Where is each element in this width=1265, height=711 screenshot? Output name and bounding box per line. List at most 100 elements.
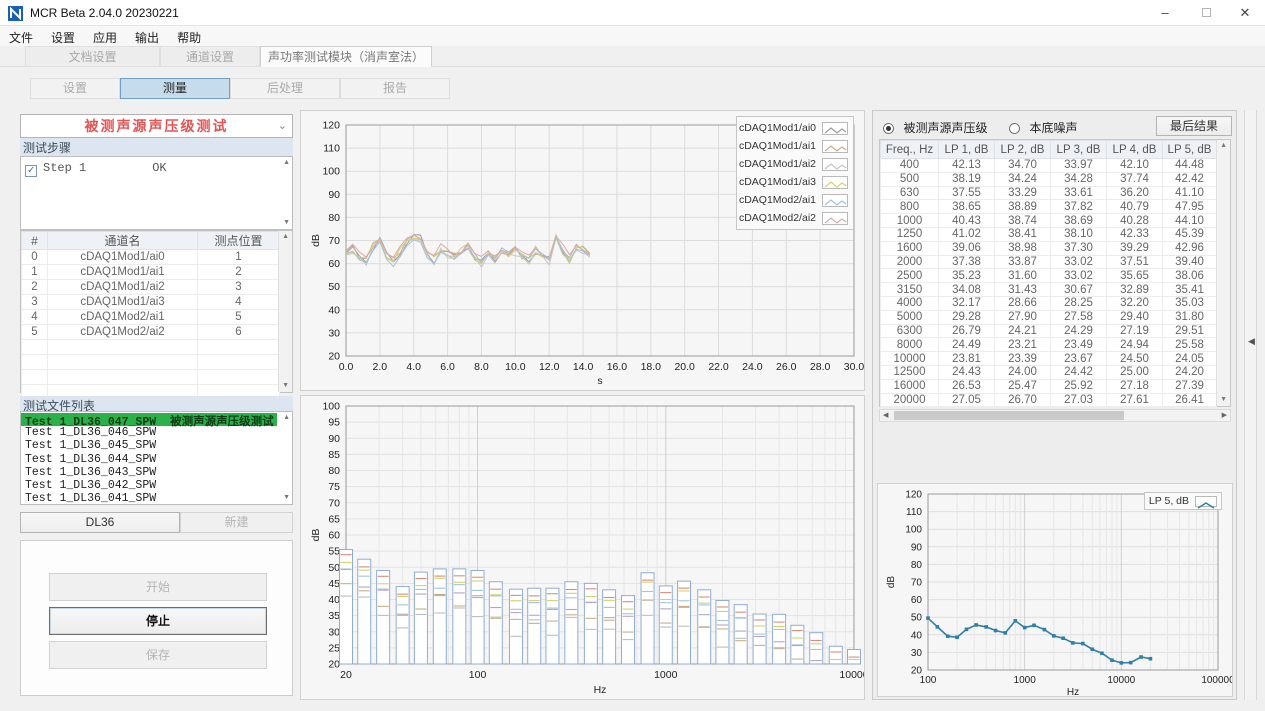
result-row[interactable]: 160039.0638.9837.3039.2942.96 xyxy=(881,241,1217,255)
svg-text:2.0: 2.0 xyxy=(373,361,388,373)
file-list-item[interactable]: Test 1_DL36_045_SPW xyxy=(21,439,277,452)
stop-button[interactable]: 停止 xyxy=(49,607,267,635)
legend-entry[interactable]: LP 5, dB xyxy=(1149,494,1217,508)
file-list-item[interactable]: Test 1_DL36_043_SPW xyxy=(21,466,277,479)
result-row[interactable]: 80038.6538.8937.8240.7947.95 xyxy=(881,200,1217,214)
scroll-up-icon[interactable]: ▲ xyxy=(283,414,290,422)
results-hscrollbar[interactable]: ◀ ▶ xyxy=(879,409,1231,422)
svg-text:26.0: 26.0 xyxy=(776,361,797,373)
channel-row[interactable]: 2cDAQ1Mod1/ai23 xyxy=(22,280,280,295)
result-row[interactable]: 400032.1728.6628.2532.2035.03 xyxy=(881,296,1217,310)
svg-text:10.0: 10.0 xyxy=(505,361,526,373)
app-icon xyxy=(8,6,23,21)
svg-text:110: 110 xyxy=(323,143,340,155)
maximize-button[interactable] xyxy=(1186,0,1226,26)
channel-row[interactable]: 4cDAQ1Mod2/ai15 xyxy=(22,310,280,325)
final-result-button[interactable]: 最后结果 xyxy=(1156,116,1232,136)
menu-item-4[interactable]: 帮助 xyxy=(168,26,210,46)
subtab-1[interactable]: 测量 xyxy=(120,78,230,99)
legend-line-sample xyxy=(822,122,848,135)
hscroll-thumb[interactable] xyxy=(894,411,1124,420)
result-row[interactable]: 630026.7924.2124.2927.1929.51 xyxy=(881,324,1217,338)
subtab-3[interactable]: 报告 xyxy=(340,78,450,99)
svg-text:30.0: 30.0 xyxy=(844,361,864,373)
collapse-left-icon: ◀ xyxy=(1248,336,1255,347)
legend-label: cDAQ1Mod1/ai3 xyxy=(739,176,816,188)
results-table-scrollbar[interactable]: ▲ ▼ xyxy=(1216,140,1230,406)
scroll-down-icon[interactable]: ▼ xyxy=(283,494,290,502)
channel-table-scrollbar[interactable]: ▲ ▼ xyxy=(278,231,292,392)
scroll-down-icon[interactable]: ▼ xyxy=(282,382,289,390)
steps-listbox[interactable]: ✓Step 1OK ▲ ▼ xyxy=(20,156,293,230)
file-list-item[interactable]: Test 1_DL36_041_SPW xyxy=(21,492,277,505)
svg-text:10000: 10000 xyxy=(839,669,864,681)
result-row[interactable]: 1600026.5325.4725.9227.1827.39 xyxy=(881,379,1217,393)
close-button[interactable]: ✕ xyxy=(1225,0,1265,26)
svg-text:120: 120 xyxy=(905,490,922,501)
result-row[interactable]: 800024.4923.2123.4924.9425.58 xyxy=(881,338,1217,352)
subtab-2[interactable]: 后处理 xyxy=(230,78,340,99)
scroll-right-icon[interactable]: ▶ xyxy=(1222,411,1227,419)
legend-entry[interactable]: cDAQ1Mod2/ai2 xyxy=(742,209,848,227)
result-row[interactable]: 250035.2331.6033.0235.6538.06 xyxy=(881,269,1217,283)
scroll-down-icon[interactable]: ▼ xyxy=(1220,396,1227,404)
legend-entry[interactable]: cDAQ1Mod1/ai1 xyxy=(742,137,848,155)
file-list-item[interactable]: Test 1_DL36_044_SPW xyxy=(21,453,277,466)
menu-item-3[interactable]: 输出 xyxy=(126,26,168,46)
channel-row[interactable]: 5cDAQ1Mod2/ai26 xyxy=(22,325,280,340)
scroll-down-icon[interactable]: ▼ xyxy=(283,219,290,227)
result-row[interactable]: 125041.0238.4138.1042.3345.39 xyxy=(881,227,1217,241)
channel-row[interactable]: 0cDAQ1Mod1/ai01 xyxy=(22,250,280,265)
start-button[interactable]: 开始 xyxy=(49,573,267,601)
menu-item-0[interactable]: 文件 xyxy=(0,26,42,46)
file-list-item[interactable]: Test 1_DL36_047_SPW被测声源声压级测试 xyxy=(21,413,277,426)
tab-0[interactable]: 文档设置 xyxy=(25,46,160,67)
scroll-up-icon[interactable]: ▲ xyxy=(283,159,290,167)
svg-text:40: 40 xyxy=(328,594,340,606)
channel-row[interactable]: 3cDAQ1Mod1/ai34 xyxy=(22,295,280,310)
result-row[interactable]: 2000027.0526.7027.0327.6126.41 xyxy=(881,393,1217,407)
new-button[interactable]: 新建 xyxy=(180,512,293,533)
step-row[interactable]: ✓Step 1OK xyxy=(25,161,167,177)
svg-text:50: 50 xyxy=(328,562,340,574)
step-checkbox[interactable]: ✓ xyxy=(25,165,37,177)
svg-text:40: 40 xyxy=(328,304,340,316)
menu-item-1[interactable]: 设置 xyxy=(42,26,84,46)
svg-text:100000: 100000 xyxy=(1201,675,1232,686)
file-list-item[interactable]: Test 1_DL36_042_SPW xyxy=(21,479,277,492)
radio-background-noise[interactable]: 本底噪声 xyxy=(1009,119,1077,137)
svg-text:95: 95 xyxy=(328,417,340,429)
minimize-button[interactable]: – xyxy=(1145,0,1185,26)
legend-entry[interactable]: cDAQ1Mod1/ai3 xyxy=(742,173,848,191)
menu-item-2[interactable]: 应用 xyxy=(84,26,126,46)
legend-entry[interactable]: cDAQ1Mod1/ai2 xyxy=(742,155,848,173)
result-row[interactable]: 1000023.8123.3923.6724.5024.05 xyxy=(881,352,1217,366)
scroll-up-icon[interactable]: ▲ xyxy=(1220,142,1227,150)
result-row[interactable]: 315034.0831.4330.6732.8935.41 xyxy=(881,283,1217,297)
tab-2[interactable]: 声功率测试模块（消声室法） xyxy=(260,46,432,67)
legend-entry[interactable]: cDAQ1Mod2/ai1 xyxy=(742,191,848,209)
result-row[interactable]: 63037.5533.2933.6136.2041.10 xyxy=(881,186,1217,200)
svg-text:20.0: 20.0 xyxy=(674,361,695,373)
result-row[interactable]: 50038.1934.2434.2837.7442.42 xyxy=(881,172,1217,186)
test-type-dropdown[interactable]: 被测声源声压级测试 ⌄ xyxy=(20,114,293,138)
dl36-button[interactable]: DL36 xyxy=(20,512,180,533)
tab-1[interactable]: 通道设置 xyxy=(160,46,260,67)
result-row[interactable]: 200037.3833.8733.0237.5139.40 xyxy=(881,255,1217,269)
result-row[interactable]: 1250024.4324.0024.4225.0024.20 xyxy=(881,365,1217,379)
result-row[interactable]: 500029.2827.9027.5829.4031.80 xyxy=(881,310,1217,324)
scroll-up-icon[interactable]: ▲ xyxy=(282,233,289,241)
radio-source[interactable]: 被测声源声压级 xyxy=(883,119,987,137)
result-row[interactable]: 40042.1334.7033.9742.1044.48 xyxy=(881,159,1217,173)
svg-text:12.0: 12.0 xyxy=(539,361,560,373)
svg-text:25: 25 xyxy=(328,642,340,654)
channel-row[interactable]: 1cDAQ1Mod1/ai12 xyxy=(22,265,280,280)
panel-collapse-strip[interactable]: ◀ xyxy=(1244,110,1257,700)
file-list-item[interactable]: Test 1_DL36_046_SPW xyxy=(21,426,277,439)
result-row[interactable]: 100040.4338.7438.6940.2844.10 xyxy=(881,214,1217,228)
scroll-left-icon[interactable]: ◀ xyxy=(883,411,888,419)
legend-entry[interactable]: cDAQ1Mod1/ai0 xyxy=(742,119,848,137)
save-button[interactable]: 保存 xyxy=(49,641,267,669)
legend-line-sample xyxy=(1195,496,1217,507)
subtab-0[interactable]: 设置 xyxy=(30,78,120,99)
